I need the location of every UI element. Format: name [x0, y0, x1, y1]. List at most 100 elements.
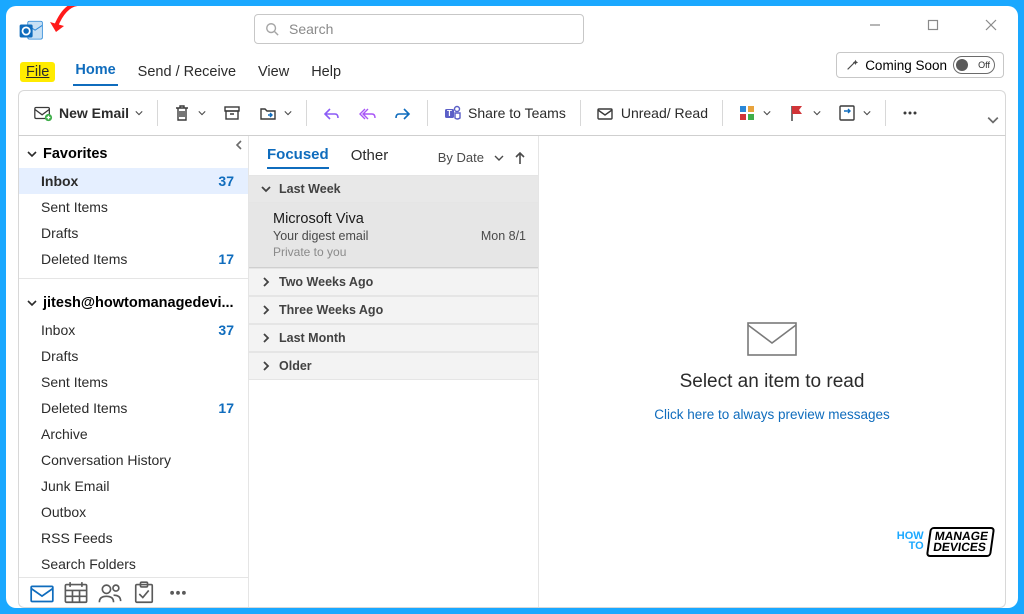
search-icon	[265, 22, 279, 36]
chevron-down-icon	[27, 149, 37, 159]
teams-icon: T	[442, 103, 462, 123]
categories-icon	[737, 103, 757, 123]
unread-read-button[interactable]: Unread/ Read	[589, 97, 714, 129]
titlebar: Search	[6, 6, 1018, 50]
chevron-right-icon	[261, 333, 271, 343]
outlook-app-window: Search File Home Send / Receive View Hel…	[6, 6, 1018, 608]
trash-icon	[172, 103, 192, 123]
tab-send-receive[interactable]: Send / Receive	[136, 64, 238, 86]
sort-ascending-icon[interactable]	[514, 151, 526, 165]
tab-home[interactable]: Home	[73, 62, 117, 86]
chevron-down-icon	[284, 109, 292, 117]
coming-soon-button[interactable]: Coming Soon Off	[836, 52, 1004, 78]
sort-by-date[interactable]: By Date	[438, 150, 484, 165]
chevron-right-icon	[261, 361, 271, 371]
folder-nav: Favorites Inbox37Sent ItemsDraftsDeleted…	[19, 136, 249, 607]
acct-item-outbox[interactable]: Outbox	[19, 499, 248, 525]
envelope-large-icon	[746, 321, 798, 357]
mail-view-icon[interactable]	[29, 581, 55, 603]
chevron-down-icon	[198, 109, 206, 117]
svg-text:T: T	[447, 109, 452, 118]
tab-view[interactable]: View	[256, 64, 291, 86]
group-two-weeks[interactable]: Two Weeks Ago	[249, 268, 538, 296]
new-email-button[interactable]: New Email	[27, 97, 149, 129]
chevron-down-icon	[763, 109, 771, 117]
tab-help[interactable]: Help	[309, 64, 343, 86]
acct-item-deleted-items[interactable]: Deleted Items17	[19, 395, 248, 421]
search-placeholder: Search	[289, 21, 333, 37]
fav-item-inbox[interactable]: Inbox37	[19, 168, 248, 194]
categorize-button[interactable]	[731, 97, 777, 129]
acct-item-archive[interactable]: Archive	[19, 421, 248, 447]
share-to-teams-button[interactable]: T Share to Teams	[436, 97, 572, 129]
mail-subject: Your digest email	[273, 229, 368, 243]
reader-preview-link[interactable]: Click here to always preview messages	[654, 407, 890, 422]
chevron-down-icon	[494, 153, 504, 163]
tasks-view-icon[interactable]	[131, 581, 157, 603]
chevron-down-icon	[27, 298, 37, 308]
move-button[interactable]	[252, 97, 298, 129]
watermark: HOWTO MANAGEDEVICES	[897, 527, 993, 557]
account-header[interactable]: jitesh@howtomanagedevi...	[19, 285, 248, 317]
chevron-down-icon	[135, 109, 143, 117]
nav-footer	[19, 577, 248, 607]
acct-item-sent-items[interactable]: Sent Items	[19, 369, 248, 395]
acct-item-rss-feeds[interactable]: RSS Feeds	[19, 525, 248, 551]
chevron-down-icon	[261, 184, 271, 194]
coming-soon-toggle[interactable]: Off	[953, 56, 995, 74]
chevron-down-icon	[813, 109, 821, 117]
acct-item-search-folders[interactable]: Search Folders	[19, 551, 248, 577]
tab-other[interactable]: Other	[351, 147, 389, 168]
fav-item-drafts[interactable]: Drafts	[19, 220, 248, 246]
acct-item-junk-email[interactable]: Junk Email	[19, 473, 248, 499]
wand-icon	[845, 58, 859, 72]
message-item[interactable]: Microsoft Viva Your digest emailMon 8/1 …	[249, 203, 538, 268]
mail-tag: Private to you	[273, 245, 526, 259]
quick-step-icon	[837, 103, 857, 123]
new-mail-icon	[33, 103, 53, 123]
fav-item-deleted-items[interactable]: Deleted Items17	[19, 246, 248, 272]
tab-focused[interactable]: Focused	[267, 146, 329, 169]
calendar-view-icon[interactable]	[63, 581, 89, 603]
mail-date: Mon 8/1	[481, 229, 526, 243]
more-views-icon[interactable]	[165, 581, 191, 603]
group-last-month[interactable]: Last Month	[249, 324, 538, 352]
forward-icon	[393, 103, 413, 123]
move-folder-icon	[258, 103, 278, 123]
acct-item-conversation-history[interactable]: Conversation History	[19, 447, 248, 473]
close-button[interactable]	[970, 10, 1012, 40]
group-three-weeks[interactable]: Three Weeks Ago	[249, 296, 538, 324]
mail-from: Microsoft Viva	[273, 211, 526, 227]
ellipsis-icon	[900, 103, 920, 123]
group-last-week[interactable]: Last Week	[249, 175, 538, 203]
reader-empty-title: Select an item to read	[680, 371, 865, 393]
minimize-button[interactable]	[854, 10, 896, 40]
ribbon-collapse-icon[interactable]	[987, 113, 999, 131]
chevron-down-icon	[863, 109, 871, 117]
ribbon-tabs: File Home Send / Receive View Help Comin…	[6, 50, 1018, 86]
chevron-right-icon	[261, 277, 271, 287]
favorites-header[interactable]: Favorites	[19, 136, 248, 168]
quick-steps-button[interactable]	[831, 97, 877, 129]
overflow-button[interactable]	[894, 97, 926, 129]
nav-collapse-icon[interactable]	[234, 140, 244, 153]
annotation-arrow	[48, 6, 88, 43]
forward-button[interactable]	[387, 97, 419, 129]
people-view-icon[interactable]	[97, 581, 123, 603]
maximize-button[interactable]	[912, 10, 954, 40]
flag-icon	[787, 103, 807, 123]
delete-button[interactable]	[166, 97, 212, 129]
acct-item-drafts[interactable]: Drafts	[19, 343, 248, 369]
envelope-icon	[595, 103, 615, 123]
reply-all-button[interactable]	[351, 97, 383, 129]
tab-file[interactable]: File	[20, 62, 55, 82]
ribbon-toolbar: New Email T Share to Teams Unread/ Read	[18, 90, 1006, 136]
acct-item-inbox[interactable]: Inbox37	[19, 317, 248, 343]
reply-all-icon	[357, 103, 377, 123]
archive-button[interactable]	[216, 97, 248, 129]
flag-button[interactable]	[781, 97, 827, 129]
reply-button[interactable]	[315, 97, 347, 129]
group-older[interactable]: Older	[249, 352, 538, 380]
search-input[interactable]: Search	[254, 14, 584, 44]
fav-item-sent-items[interactable]: Sent Items	[19, 194, 248, 220]
